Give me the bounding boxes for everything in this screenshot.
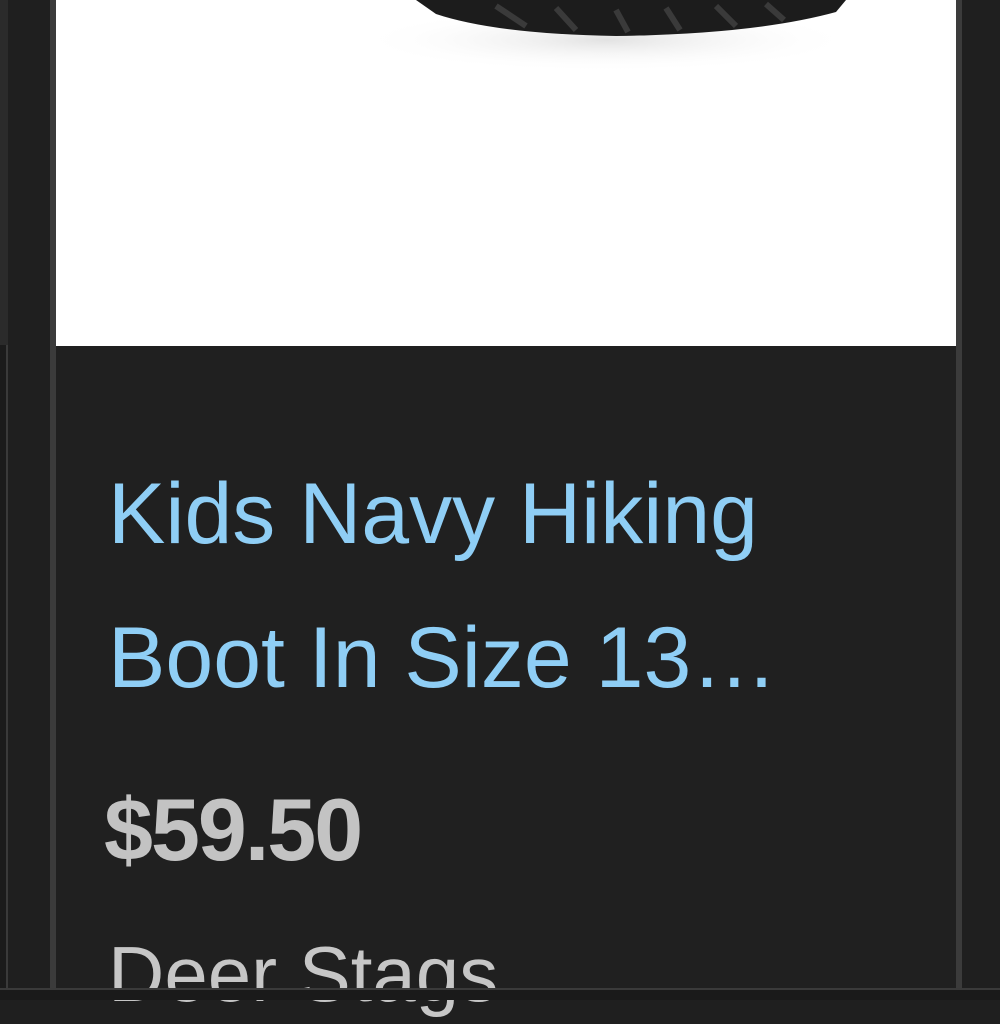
bottom-bar bbox=[0, 988, 1000, 1000]
product-title-line-1: Kids Navy Hiking bbox=[108, 466, 758, 562]
boot-icon bbox=[356, 0, 856, 72]
previous-card-edge-lower bbox=[0, 345, 8, 1000]
product-title-line-2: Boot In Size 13… bbox=[108, 610, 778, 706]
previous-card-edge bbox=[0, 0, 8, 345]
product-title-link[interactable]: Kids Navy Hiking Boot In Size 13… bbox=[108, 442, 908, 730]
product-brand: Deer Stags bbox=[108, 930, 499, 1018]
product-image[interactable] bbox=[56, 0, 956, 346]
product-card[interactable]: Kids Navy Hiking Boot In Size 13… $59.50… bbox=[50, 0, 962, 1018]
product-price: $59.50 bbox=[104, 780, 363, 879]
